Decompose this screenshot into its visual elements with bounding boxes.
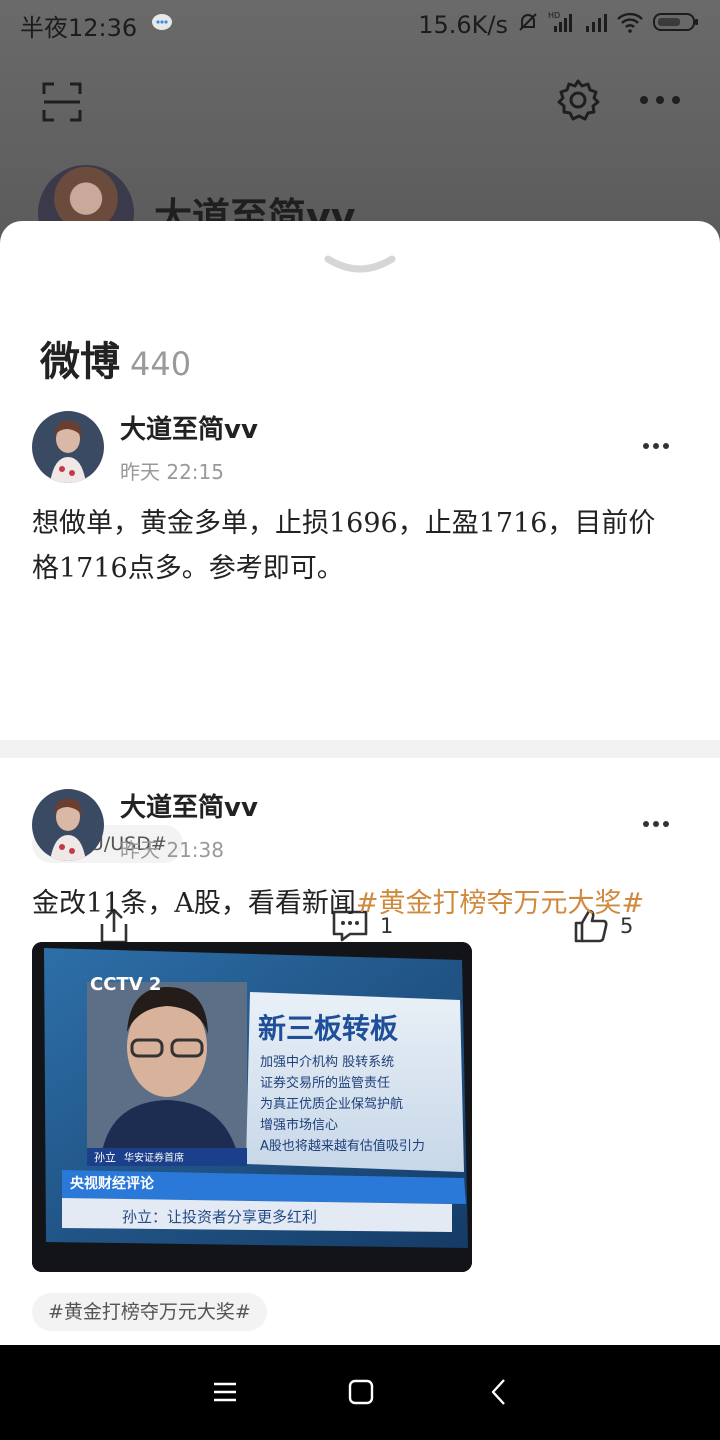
author-name[interactable]: 大道至简vv: [120, 787, 258, 824]
topic-tag[interactable]: #黄金打榜夺万元大奖#: [32, 1293, 267, 1331]
svg-text:HD: HD: [548, 11, 560, 20]
post-image[interactable]: CCTV 2 新三板转板 加强中介机构 股转系统 证券交易所的监管责任 为真正优…: [32, 942, 472, 1272]
back-icon: [491, 1379, 505, 1405]
chat-notification-icon: [151, 11, 173, 39]
section-title: 微博: [40, 339, 120, 385]
signal-icon: [584, 10, 608, 40]
post-text: 金改11条，A股，看看新闻#黄金打榜夺万元大奖#: [32, 881, 682, 926]
more-icon: [640, 96, 680, 104]
post-text-body: 金改11条，A股，看看新闻: [32, 888, 356, 919]
avatar[interactable]: [32, 411, 104, 483]
gear-icon: [557, 79, 600, 121]
weibo-sheet: 微博 440 大道至简vv 昨天 22:15 想做单，黄金多单，止损1696，止…: [0, 221, 720, 1345]
image-quote: 孙立：让投资者分享更多红利: [122, 1208, 317, 1226]
post-text: 想做单，黄金多单，止损1696，止盈1716，目前价格1716点多。参考即可。: [32, 508, 656, 584]
more-icon: [643, 821, 669, 827]
nav-menu-button[interactable]: [200, 1367, 250, 1417]
network-speed: 15.6K/s: [418, 11, 508, 39]
speaker-name: 孙立: [94, 1150, 116, 1164]
section-header: 微博 440: [40, 329, 191, 387]
avatar[interactable]: [32, 789, 104, 861]
speaker-title: 华安证券首席: [124, 1151, 184, 1164]
post-author[interactable]: 大道至简vv 昨天 22:15: [32, 409, 258, 485]
topic-link[interactable]: #黄金打榜夺万元大奖#: [356, 888, 644, 919]
settings-button[interactable]: [556, 78, 600, 122]
menu-icon: [214, 1382, 236, 1402]
home-icon: [348, 1379, 374, 1405]
channel-logo: CCTV 2: [90, 974, 161, 995]
wifi-icon: [616, 10, 644, 40]
post-time: 昨天 22:15: [120, 460, 224, 484]
mute-icon: [516, 10, 540, 40]
collapse-button[interactable]: [322, 249, 398, 283]
post-more-button[interactable]: [636, 809, 676, 839]
image-line: A股也将越来越有估值吸引力: [260, 1138, 425, 1154]
post-author[interactable]: 大道至简vv 昨天 21:38: [32, 787, 258, 863]
battery-icon: [652, 10, 700, 40]
program-name: 央视财经评论: [70, 1175, 155, 1192]
post-divider: [0, 740, 720, 758]
hd-signal-icon: HD: [548, 10, 576, 40]
post-time: 昨天 21:38: [120, 838, 224, 862]
author-name[interactable]: 大道至简vv: [120, 409, 258, 446]
profile-top-actions: [0, 70, 720, 134]
nav-back-button[interactable]: [474, 1367, 524, 1417]
system-navigation-bar: [0, 1345, 720, 1440]
nav-home-button[interactable]: [336, 1367, 386, 1417]
more-icon: [643, 443, 669, 449]
image-headline: 新三板转板: [258, 1012, 398, 1045]
status-time: 半夜12:36: [20, 13, 138, 42]
post-more-button[interactable]: [636, 431, 676, 461]
image-line: 增强市场信心: [260, 1117, 338, 1133]
post-count: 440: [130, 345, 192, 383]
image-line: 加强中介机构 股转系统: [260, 1055, 394, 1070]
scan-button[interactable]: [40, 80, 84, 124]
chevron-down-icon: [324, 255, 396, 273]
more-options-button[interactable]: [636, 78, 684, 122]
image-line: 证券交易所的监管责任: [260, 1075, 390, 1091]
image-line: 为真正优质企业保驾护航: [260, 1096, 403, 1112]
scan-icon: [42, 82, 82, 122]
status-bar: 半夜12:36 15.6K/s HD: [0, 0, 720, 50]
